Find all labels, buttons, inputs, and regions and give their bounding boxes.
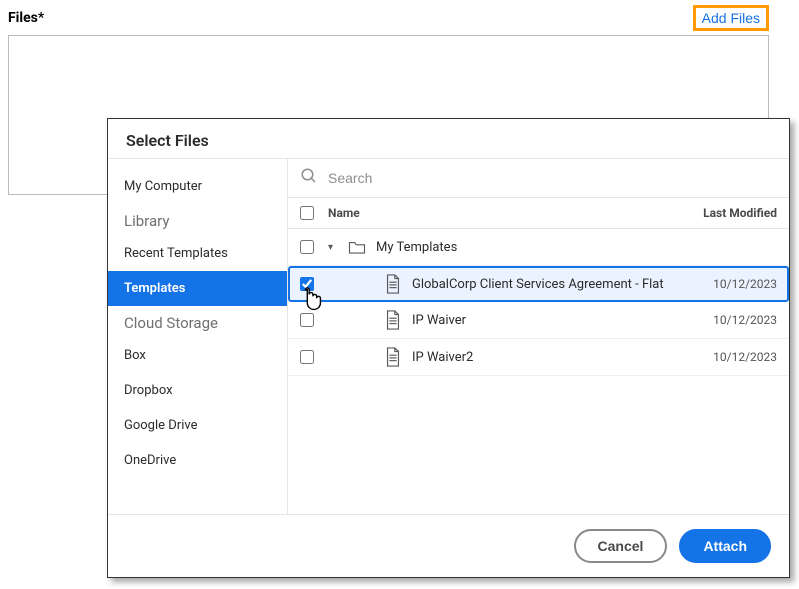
file-row[interactable]: IP Waiver2 10/12/2023 (288, 339, 789, 376)
files-label: Files* (8, 10, 44, 26)
file-modified: 10/12/2023 (677, 277, 777, 291)
col-header-name[interactable]: Name (328, 206, 667, 220)
file-checkbox[interactable] (300, 313, 314, 327)
attach-button[interactable]: Attach (679, 529, 771, 563)
document-icon (384, 310, 402, 330)
file-modified: 10/12/2023 (677, 313, 777, 327)
document-icon (384, 347, 402, 367)
search-input[interactable] (328, 170, 777, 186)
sidebar-item-google-drive[interactable]: Google Drive (108, 408, 287, 443)
folder-icon (348, 237, 366, 257)
cancel-button[interactable]: Cancel (574, 529, 668, 563)
sidebar-item-my-computer[interactable]: My Computer (108, 169, 287, 204)
file-name: IP Waiver2 (412, 350, 667, 365)
select-all-checkbox[interactable] (300, 206, 314, 220)
file-row[interactable]: IP Waiver 10/12/2023 (288, 302, 789, 339)
file-name: GlobalCorp Client Services Agreement - F… (412, 277, 667, 292)
file-modified: 10/12/2023 (677, 350, 777, 364)
file-row[interactable]: GlobalCorp Client Services Agreement - F… (288, 266, 789, 302)
sidebar-item-templates[interactable]: Templates (108, 271, 287, 306)
sidebar-item-onedrive[interactable]: OneDrive (108, 443, 287, 478)
file-checkbox[interactable] (300, 350, 314, 364)
sidebar-item-dropbox[interactable]: Dropbox (108, 373, 287, 408)
table-header: Name Last Modified (288, 197, 789, 229)
folder-checkbox[interactable] (300, 240, 314, 254)
select-files-modal: Select Files My Computer Library Recent … (107, 118, 790, 578)
file-name: IP Waiver (412, 313, 667, 328)
sidebar-group-library: Library (108, 204, 287, 236)
col-header-modified[interactable]: Last Modified (677, 206, 777, 220)
folder-row[interactable]: ▾ My Templates (288, 229, 789, 266)
modal-title: Select Files (108, 119, 789, 158)
sidebar-item-recent-templates[interactable]: Recent Templates (108, 236, 287, 271)
file-checkbox[interactable] (300, 277, 314, 291)
search-icon (300, 167, 318, 189)
modal-sidebar: My Computer Library Recent Templates Tem… (108, 159, 288, 514)
add-files-button[interactable]: Add Files (693, 5, 769, 31)
sidebar-group-cloud-storage: Cloud Storage (108, 306, 287, 338)
sidebar-item-box[interactable]: Box (108, 338, 287, 373)
folder-name: My Templates (376, 240, 667, 255)
document-icon (384, 274, 402, 294)
caret-down-icon[interactable]: ▾ (328, 242, 336, 253)
